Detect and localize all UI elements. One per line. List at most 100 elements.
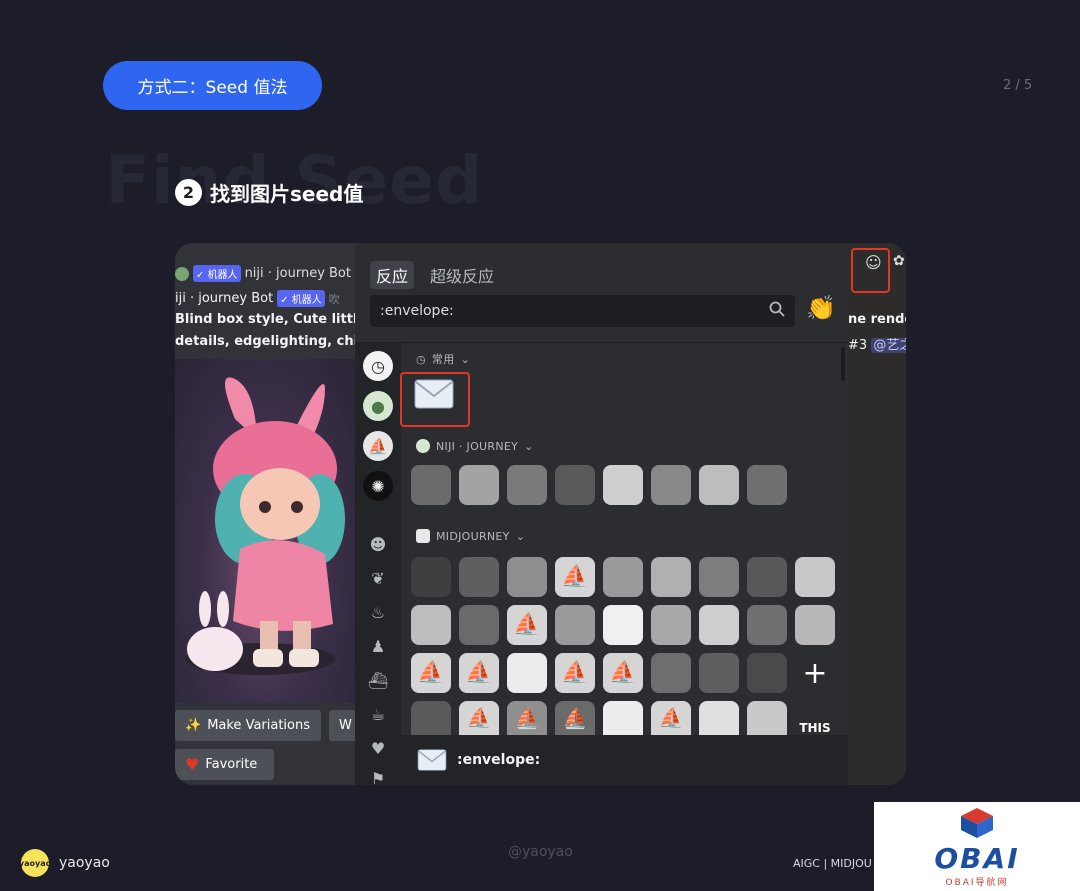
tab-super-reactions[interactable]: 超级反应: [424, 261, 500, 289]
mj-sailboat-emoji[interactable]: ⛵: [603, 653, 643, 693]
mj-emoji[interactable]: [651, 605, 691, 645]
mj-sailboat-emoji[interactable]: ⛵: [507, 605, 547, 645]
emoji-search-input[interactable]: [380, 303, 740, 319]
niji-emoji[interactable]: [747, 465, 787, 505]
mj-emoji[interactable]: [699, 557, 739, 597]
search-icon[interactable]: [769, 301, 785, 321]
mj-sailboat-emoji[interactable]: ⛵: [459, 701, 499, 735]
mj-emoji[interactable]: [411, 605, 451, 645]
objects-category-icon[interactable]: ☕: [363, 699, 393, 729]
picker-tabs: 反应 超级反应: [370, 261, 500, 289]
mj-emoji[interactable]: [603, 557, 643, 597]
mj-emoji[interactable]: [411, 557, 451, 597]
chevron-down-icon: ⌄: [524, 439, 534, 453]
clock-icon: ◷: [416, 352, 426, 366]
niji-emoji[interactable]: [555, 465, 595, 505]
niji-server-icon[interactable]: ●: [363, 391, 393, 421]
mj-emoji[interactable]: [411, 701, 451, 735]
mj-emoji[interactable]: [699, 605, 739, 645]
mj-emoji[interactable]: [459, 557, 499, 597]
niji-emoji[interactable]: [603, 465, 643, 505]
mj-emoji[interactable]: [507, 653, 547, 693]
message-author[interactable]: iji · journey Bot: [175, 291, 273, 306]
more-icon[interactable]: ✿: [893, 253, 906, 275]
step-title: 找到图片seed值: [210, 182, 364, 206]
mj-emoji[interactable]: [747, 701, 787, 735]
prompt-line-1: Blind box style, Cute little: [175, 312, 367, 327]
timestamp: 吹: [328, 292, 340, 306]
author-name: yaoyao: [59, 855, 110, 871]
envelope-highlight: [400, 372, 470, 427]
mj-emoji[interactable]: [747, 557, 787, 597]
tab-reactions[interactable]: 反应: [370, 261, 415, 289]
bot-tag: ✓ 机器人: [193, 265, 241, 282]
w-label: W: [339, 718, 352, 733]
niji-emoji[interactable]: [651, 465, 691, 505]
openai-server-icon[interactable]: ✺: [363, 471, 393, 501]
mj-sailboat-emoji[interactable]: ⛵: [507, 701, 547, 735]
generated-image[interactable]: [175, 359, 355, 703]
nature-category-icon[interactable]: ❦: [363, 563, 393, 593]
food-category-icon[interactable]: ♨: [363, 597, 393, 627]
rabbit-girl-illustration: [185, 377, 345, 675]
mj-emoji[interactable]: [555, 605, 595, 645]
mj-emoji[interactable]: [603, 605, 643, 645]
picker-scrollbar[interactable]: [841, 347, 845, 381]
section-niji[interactable]: NIJI · JOURNEY ⌄: [416, 439, 534, 453]
niji-emoji[interactable]: [699, 465, 739, 505]
section-midjourney[interactable]: MIDJOURNEY ⌄: [416, 529, 525, 543]
reply-author: niji · journey Bot B: [244, 266, 365, 281]
mj-emoji[interactable]: [651, 557, 691, 597]
mj-emoji[interactable]: [459, 605, 499, 645]
favorite-label: Favorite: [205, 757, 258, 772]
mj-emoji[interactable]: [699, 701, 739, 735]
symbols-category-icon[interactable]: ♥: [363, 733, 393, 763]
plus-emoji[interactable]: +: [795, 653, 835, 693]
obai-subtitle: OBAI导航网: [945, 877, 1009, 888]
section-frequent[interactable]: ◷ 常用 ⌄: [416, 351, 470, 367]
this-emoji[interactable]: THIS: [795, 701, 835, 735]
niji-emoji[interactable]: [507, 465, 547, 505]
user-mention[interactable]: @艺之: [871, 338, 906, 353]
mj-sailboat-emoji[interactable]: ⛵: [651, 701, 691, 735]
midjourney-server-icon[interactable]: ⛵: [363, 431, 393, 461]
travel-category-icon[interactable]: ⛴: [363, 665, 393, 695]
mj-sailboat-emoji[interactable]: ⛵: [555, 557, 595, 597]
activity-category-icon[interactable]: ♟: [363, 631, 393, 661]
mj-emoji[interactable]: [603, 701, 643, 735]
heart-icon: ♥: [185, 755, 200, 774]
method-pill: 方式二：Seed 值法: [103, 61, 322, 110]
niji-emoji[interactable]: [459, 465, 499, 505]
step-number: 2: [175, 179, 202, 206]
clap-emoji-icon[interactable]: 👏: [806, 294, 836, 322]
message-author-row: iji · journey Bot ✓ 机器人 吹: [175, 290, 340, 307]
frequent-clock-icon[interactable]: ◷: [363, 351, 393, 381]
flags-category-icon[interactable]: ⚑: [363, 763, 393, 786]
mj-emoji[interactable]: [795, 605, 835, 645]
section-frequent-label: 常用: [431, 353, 455, 366]
author-logo: yaoyao: [19, 849, 51, 877]
mj-emoji[interactable]: [747, 653, 787, 693]
footer-topic: AIGC | MIDJOU: [793, 857, 872, 870]
mj-emoji[interactable]: [747, 605, 787, 645]
mj-emoji[interactable]: [795, 557, 835, 597]
chevron-down-icon: ⌄: [515, 529, 526, 543]
prompt-line-right-1: ne rende: [848, 312, 906, 327]
emoji-search[interactable]: [370, 295, 795, 327]
prompt-line-right-2: #3 @艺之: [848, 334, 906, 353]
niji-emoji[interactable]: [411, 465, 451, 505]
bot-avatar-icon: [175, 266, 189, 281]
sparkles-icon: ✨: [185, 718, 202, 733]
mj-sailboat-emoji[interactable]: ⛵: [555, 701, 595, 735]
mj-sailboat-emoji[interactable]: ⛵: [555, 653, 595, 693]
make-variations-button[interactable]: ✨ Make Variations: [175, 710, 321, 741]
mj-emoji[interactable]: [699, 653, 739, 693]
smiley-category-icon[interactable]: ☻: [363, 529, 393, 559]
mj-emoji[interactable]: [507, 557, 547, 597]
mj-emoji[interactable]: [651, 653, 691, 693]
mj-sailboat-emoji[interactable]: ⛵: [411, 653, 451, 693]
envelope-icon: [417, 749, 447, 771]
section-niji-label: NIJI · JOURNEY: [436, 439, 519, 453]
mj-sailboat-emoji[interactable]: ⛵: [459, 653, 499, 693]
favorite-button[interactable]: ♥ Favorite: [175, 749, 274, 780]
